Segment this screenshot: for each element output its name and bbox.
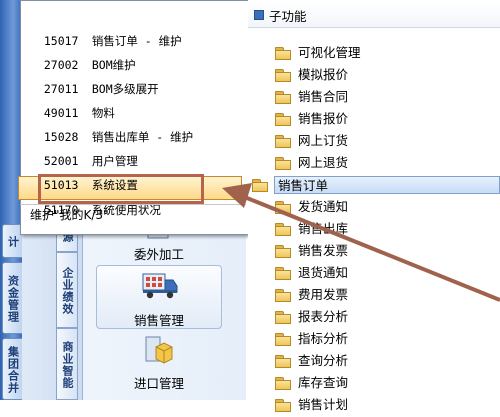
tree-item-label: 网上订货 [298, 133, 349, 148]
module-label: 销售管理 [133, 313, 184, 328]
folder-icon [275, 113, 291, 126]
tree-item[interactable]: 可视化管理 [275, 43, 500, 65]
folder-icon [275, 47, 291, 60]
folder-icon [275, 91, 291, 104]
tree-item-label: 销售计划 [298, 397, 349, 412]
tree-item-label: 费用发票 [298, 287, 349, 302]
side-tab-label: 资金管理 [6, 275, 20, 323]
import-box-icon [145, 336, 173, 364]
tree-item[interactable]: 销售报价 [275, 109, 500, 131]
tree-item-label: 发货通知 [298, 199, 349, 214]
tree-item-label: 销售发票 [298, 243, 349, 258]
menu-item-49011[interactable]: 49011 物料 [30, 80, 220, 120]
tree-item-label: 退货通知 [298, 265, 349, 280]
menu-item-51013[interactable]: 51013 系统设置 [30, 152, 220, 192]
side-tab-label: 集团合并 [6, 346, 20, 394]
menu-separator [20, 204, 246, 205]
tree-item-label: 销售报价 [298, 111, 349, 126]
tree-item[interactable]: 报表分析 [275, 307, 500, 329]
folder-icon [275, 135, 291, 148]
menu-item-27011[interactable]: 27011 BOM多级展开 [30, 56, 220, 96]
tree-item-label: 销售合同 [298, 89, 349, 104]
annotation-highlight-box [38, 174, 204, 204]
folder-icon [275, 201, 291, 214]
sub-tab-column: 源 企业绩效 商业智能 [22, 220, 83, 400]
side-tab-funds[interactable]: 资金管理 [2, 262, 22, 334]
sub-tab-performance[interactable]: 企业绩效 [56, 252, 78, 328]
tree-item[interactable]: 查询分析 [275, 351, 500, 373]
square-bullet-icon [254, 10, 264, 20]
tree-item[interactable]: 网上订货 [275, 131, 500, 153]
tree-item[interactable]: 网上退货 [275, 153, 500, 175]
module-label: 进口管理 [133, 376, 184, 391]
menu-item-15028[interactable]: 15028 销售出库单 - 维护 [30, 104, 220, 144]
tree-item-label: 网上退货 [298, 155, 349, 170]
menu-item-27002[interactable]: 27002 BOM维护 [30, 32, 220, 72]
tree-item[interactable]: 指标分析 [275, 329, 500, 351]
tree-item[interactable]: 模拟报价 [275, 65, 500, 87]
tree-item[interactable]: 库存查询 [275, 373, 500, 395]
tree-item-label: 模拟报价 [298, 67, 349, 82]
side-tab-group-consolidation[interactable]: 集团合并 [2, 338, 22, 400]
tree-item-label: 销售订单 [274, 176, 500, 194]
tree-item-label: 库存查询 [298, 375, 349, 390]
sub-tab-business-intelligence[interactable]: 商业智能 [56, 328, 78, 400]
folder-icon [275, 223, 291, 236]
menu-item-52001[interactable]: 52001 用户管理 [30, 128, 220, 168]
folder-icon [275, 399, 291, 412]
tree-item[interactable]: 销售计划 [275, 395, 500, 417]
tree-item-selected[interactable]: 销售订单 [252, 175, 500, 197]
tree-header-title: 子功能 [269, 9, 307, 24]
folder-icon [275, 289, 291, 302]
open-folder-icon [252, 179, 268, 192]
tree-item-label: 销售出库 [298, 221, 349, 236]
tree-item-label: 指标分析 [298, 331, 349, 346]
tree-item[interactable]: 费用发票 [275, 285, 500, 307]
folder-icon [275, 355, 291, 368]
folder-icon [275, 267, 291, 280]
folder-icon [275, 69, 291, 82]
folder-icon [275, 311, 291, 324]
sub-tab-label: 商业智能 [61, 341, 74, 389]
tree-item[interactable]: 退货通知 [275, 263, 500, 285]
tree-item-label: 查询分析 [298, 353, 349, 368]
tree-item[interactable]: 销售合同 [275, 87, 500, 109]
menu-item-15017[interactable]: 15017 销售订单 - 维护 [30, 8, 220, 48]
folder-icon [275, 245, 291, 258]
sub-tab-label: 企业绩效 [61, 267, 74, 315]
maintain-my-k3-link[interactable]: 维护"我的K/3" [30, 206, 109, 223]
folder-icon [275, 333, 291, 346]
side-tab-ji[interactable]: 计 [2, 224, 22, 258]
delivery-truck-icon [142, 273, 178, 299]
module-sales-management-button[interactable]: 销售管理 [96, 265, 222, 329]
tree-item-label: 报表分析 [298, 309, 349, 324]
tree-item-label: 可视化管理 [298, 45, 361, 60]
folder-icon [275, 157, 291, 170]
tree-item[interactable]: 销售出库 [275, 219, 500, 241]
module-label: 委外加工 [133, 247, 184, 262]
module-import-management-button[interactable]: 进口管理 [96, 331, 222, 400]
tree-item[interactable]: 发货通知 [275, 197, 500, 219]
folder-icon [275, 377, 291, 390]
tree-item[interactable]: 销售发票 [275, 241, 500, 263]
